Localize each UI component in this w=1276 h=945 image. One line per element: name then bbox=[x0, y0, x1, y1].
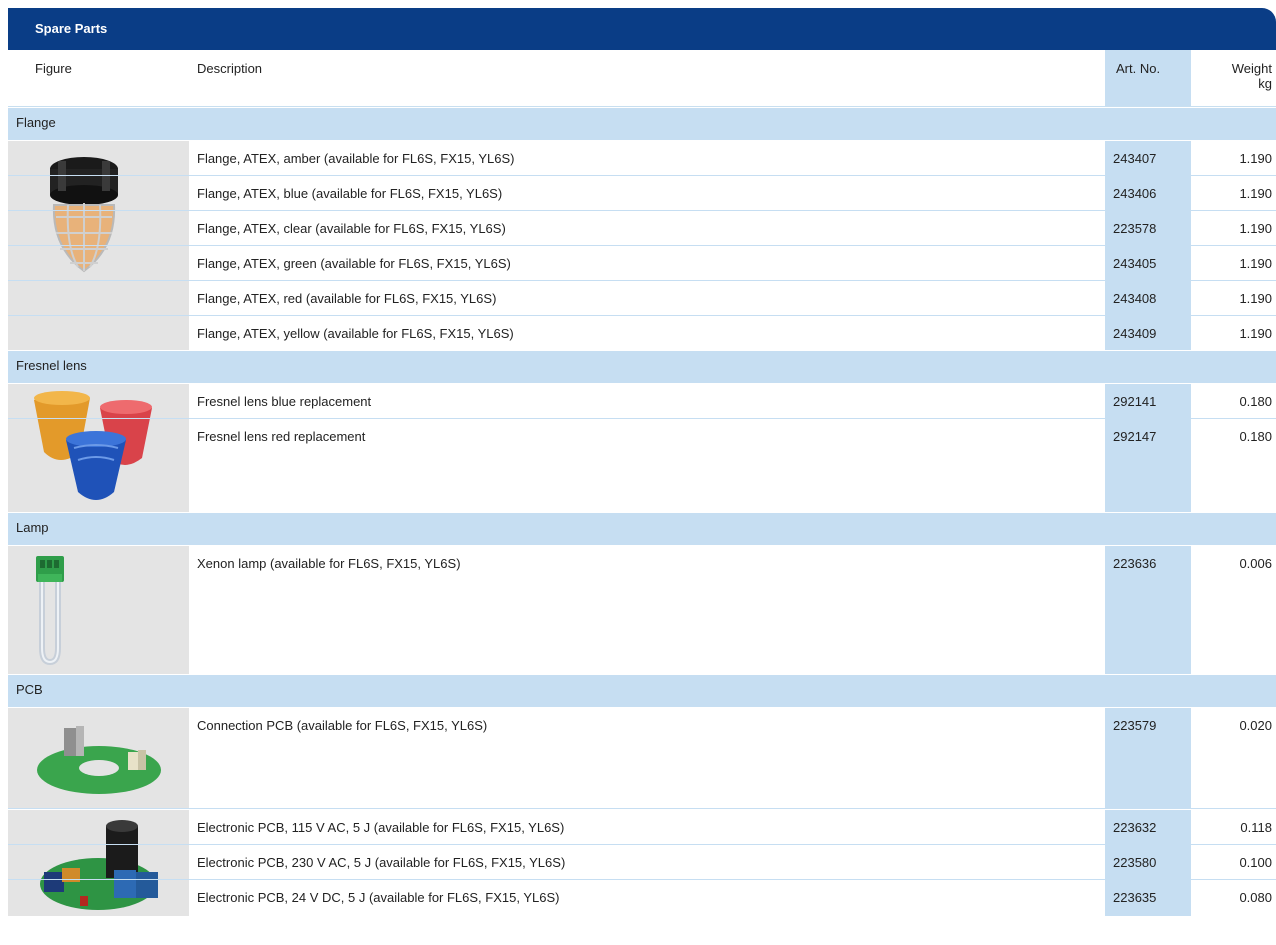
row-description: Flange, ATEX, amber (available for FL6S,… bbox=[197, 151, 515, 166]
group-flange: Flange, ATEX, amber (available for FL6S,… bbox=[8, 140, 1276, 350]
table-row: Fresnel lens red replacement 292147 0.18… bbox=[8, 419, 1276, 453]
row-art-no: 223635 bbox=[1113, 890, 1157, 905]
description-header: Description bbox=[197, 61, 263, 76]
table-row: Fresnel lens blue replacement 292141 0.1… bbox=[8, 384, 1276, 419]
section-header-flange: Flange bbox=[8, 107, 1276, 140]
row-weight: 0.180 bbox=[1239, 429, 1272, 444]
table-title: Spare Parts bbox=[8, 8, 1276, 50]
row-weight: 0.006 bbox=[1239, 556, 1272, 571]
row-art-no: 243406 bbox=[1113, 186, 1157, 201]
table-row: Flange, ATEX, red (available for FL6S, F… bbox=[8, 281, 1276, 316]
row-weight: 0.100 bbox=[1239, 855, 1272, 870]
row-weight: 0.080 bbox=[1239, 890, 1272, 905]
art-no-header-bg bbox=[1105, 50, 1191, 106]
row-art-no: 223579 bbox=[1113, 718, 1157, 733]
row-weight: 0.020 bbox=[1239, 718, 1272, 733]
row-weight: 1.190 bbox=[1239, 186, 1272, 201]
row-weight: 1.190 bbox=[1239, 256, 1272, 271]
row-description: Connection PCB (available for FL6S, FX15… bbox=[197, 718, 488, 733]
row-art-no: 223636 bbox=[1113, 556, 1157, 571]
section-header-fresnel-lens: Fresnel lens bbox=[8, 350, 1276, 383]
row-art-no: 223632 bbox=[1113, 820, 1157, 835]
art-no-header: Art. No. bbox=[1116, 61, 1161, 76]
spare-parts-table: Spare Parts Figure Description Art. No. … bbox=[8, 8, 1276, 916]
group-lamp: Xenon lamp (available for FL6S, FX15, YL… bbox=[8, 545, 1276, 674]
header-row: Figure Description Art. No. Weight kg bbox=[8, 50, 1276, 107]
weight-header-label: Weight bbox=[1231, 61, 1272, 76]
row-weight: 1.190 bbox=[1239, 221, 1272, 236]
table-row: Connection PCB (available for FL6S, FX15… bbox=[8, 708, 1276, 742]
table-row: Xenon lamp (available for FL6S, FX15, YL… bbox=[8, 546, 1276, 580]
row-art-no: 243407 bbox=[1113, 151, 1157, 166]
table-row: Electronic PCB, 115 V AC, 5 J (available… bbox=[8, 810, 1276, 845]
table-row: Electronic PCB, 230 V AC, 5 J (available… bbox=[8, 845, 1276, 880]
table-row: Flange, ATEX, amber (available for FL6S,… bbox=[8, 141, 1276, 176]
row-art-no: 292147 bbox=[1113, 429, 1157, 444]
row-weight: 1.190 bbox=[1239, 151, 1272, 166]
table-row: Flange, ATEX, blue (available for FL6S, … bbox=[8, 176, 1276, 211]
row-art-no: 223580 bbox=[1113, 855, 1157, 870]
weight-header: Weight kg bbox=[1232, 61, 1272, 91]
row-description: Flange, ATEX, clear (available for FL6S,… bbox=[197, 221, 506, 236]
row-description: Fresnel lens red replacement bbox=[197, 429, 366, 444]
row-weight: 1.190 bbox=[1239, 291, 1272, 306]
group-fresnel-lens: Fresnel lens blue replacement 292141 0.1… bbox=[8, 383, 1276, 512]
row-description: Electronic PCB, 24 V DC, 5 J (available … bbox=[197, 890, 560, 905]
row-art-no: 243405 bbox=[1113, 256, 1157, 271]
row-weight: 1.190 bbox=[1239, 326, 1272, 341]
table-row: Flange, ATEX, clear (available for FL6S,… bbox=[8, 211, 1276, 246]
group-electronic-pcb: Electronic PCB, 115 V AC, 5 J (available… bbox=[8, 809, 1276, 916]
table-row: Flange, ATEX, green (available for FL6S,… bbox=[8, 246, 1276, 281]
row-weight: 0.180 bbox=[1239, 394, 1272, 409]
group-connection-pcb: Connection PCB (available for FL6S, FX15… bbox=[8, 707, 1276, 809]
row-art-no: 292141 bbox=[1113, 394, 1157, 409]
section-header-pcb: PCB bbox=[8, 674, 1276, 707]
figure-header: Figure bbox=[35, 61, 72, 76]
weight-header-unit: kg bbox=[1258, 76, 1272, 91]
row-weight: 0.118 bbox=[1240, 820, 1272, 835]
row-art-no: 243409 bbox=[1113, 326, 1157, 341]
row-description: Fresnel lens blue replacement bbox=[197, 394, 372, 409]
table-row: Electronic PCB, 24 V DC, 5 J (available … bbox=[8, 880, 1276, 914]
row-description: Flange, ATEX, yellow (available for FL6S… bbox=[197, 326, 514, 341]
row-description: Xenon lamp (available for FL6S, FX15, YL… bbox=[197, 556, 461, 571]
row-description: Electronic PCB, 115 V AC, 5 J (available… bbox=[197, 820, 565, 835]
section-header-lamp: Lamp bbox=[8, 512, 1276, 545]
row-description: Flange, ATEX, red (available for FL6S, F… bbox=[197, 291, 497, 306]
row-art-no: 243408 bbox=[1113, 291, 1157, 306]
row-description: Flange, ATEX, blue (available for FL6S, … bbox=[197, 186, 503, 201]
row-art-no: 223578 bbox=[1113, 221, 1157, 236]
table-row: Flange, ATEX, yellow (available for FL6S… bbox=[8, 316, 1276, 350]
row-description: Electronic PCB, 230 V AC, 5 J (available… bbox=[197, 855, 566, 870]
row-description: Flange, ATEX, green (available for FL6S,… bbox=[197, 256, 511, 271]
